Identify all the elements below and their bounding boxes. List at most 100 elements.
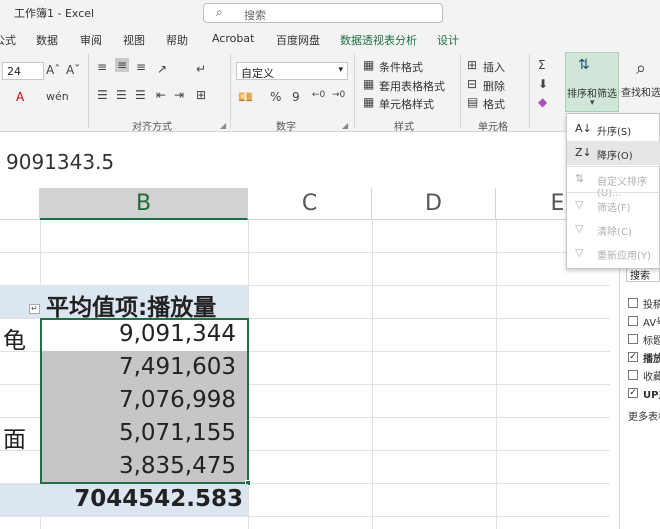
menu-item-clear[interactable]: ▽ 清除(C) — [567, 217, 660, 241]
number-launcher-icon[interactable]: ◢ — [342, 121, 348, 130]
comma-style-icon[interactable]: 9 — [292, 90, 300, 104]
find-select-label[interactable]: 查找和选 — [621, 84, 660, 99]
sort-descending-icon: Z↓ — [575, 146, 592, 159]
tab-pivot-analyze[interactable]: 数据透视表分析 — [340, 32, 417, 48]
column-headers: B C D E — [0, 188, 660, 220]
wrap-text-icon[interactable]: ↵ — [196, 62, 206, 76]
chevron-down-icon: ▾ — [338, 65, 343, 75]
increase-font-icon[interactable]: Aˆ — [46, 63, 60, 77]
search-box[interactable]: ⌕ 搜索 — [203, 3, 443, 23]
chevron-down-icon: ▾ — [590, 98, 595, 108]
tab-acrobat[interactable]: Acrobat — [212, 32, 254, 45]
column-header-b[interactable]: B — [40, 188, 248, 220]
tab-baidu-netdisk[interactable]: 百度网盘 — [276, 32, 320, 48]
field-checkbox-1[interactable] — [628, 298, 638, 308]
search-placeholder: 搜索 — [244, 9, 266, 22]
indent-increase-icon[interactable]: ⇥ — [174, 88, 184, 102]
grand-total-value[interactable]: 7044542.583 — [50, 486, 243, 512]
field-checkbox-3[interactable] — [628, 334, 638, 344]
clear-icon[interactable]: ◆ — [538, 95, 547, 109]
clear-filter-icon: ▽ — [575, 222, 584, 235]
title-bar: 工作簿1 - Excel ⌕ 搜索 — [0, 0, 660, 26]
group-label-alignment: 对齐方式 — [132, 122, 172, 133]
field-checkbox-5[interactable] — [628, 370, 638, 380]
column-header-d[interactable]: D — [372, 188, 496, 220]
tab-data[interactable]: 数据 — [36, 32, 58, 48]
align-left-icon[interactable]: ☰ — [97, 88, 108, 102]
menu-item-reapply[interactable]: ▽ 重新应用(Y) — [567, 241, 660, 265]
value-cell-2[interactable]: 7,491,603 — [50, 354, 236, 380]
field-label-1: 投稿 — [643, 300, 660, 311]
value-cell-4[interactable]: 5,071,155 — [50, 420, 236, 446]
field-checkbox-2[interactable] — [628, 316, 638, 326]
column-header-a[interactable] — [0, 188, 40, 220]
field-checkbox-6[interactable]: ✓ — [628, 388, 638, 398]
align-center-icon[interactable]: ☰ — [116, 88, 127, 102]
insert-button[interactable]: 插入 — [483, 59, 505, 75]
reapply-icon: ▽ — [575, 246, 584, 259]
conditional-format-button[interactable]: 条件格式 — [379, 59, 423, 75]
menu-item-sort-ascending[interactable]: A↓ 升序(S) — [567, 117, 660, 141]
delete-button[interactable]: 删除 — [483, 78, 505, 94]
format-icon: ▤ — [467, 95, 479, 109]
alignment-launcher-icon[interactable]: ◢ — [220, 121, 226, 130]
group-label-number: 数字 — [276, 122, 296, 133]
format-button[interactable]: 格式 — [483, 96, 505, 112]
align-middle-icon[interactable]: ≡ — [115, 58, 130, 72]
formula-bar-value: 9091343.5 — [6, 150, 115, 174]
phonetic-icon[interactable]: wén — [46, 90, 69, 103]
menu-item-sort-descending[interactable]: Z↓ 降序(O) — [567, 141, 660, 165]
indent-decrease-icon[interactable]: ⇤ — [156, 88, 166, 102]
field-checkbox-4[interactable]: ✓ — [628, 352, 638, 362]
row-label-2[interactable]: 面 — [3, 420, 26, 454]
decrease-decimal-icon[interactable]: →0 — [332, 90, 345, 100]
merge-center-icon[interactable]: ⊞ — [196, 88, 206, 102]
increase-decimal-icon[interactable]: ←0 — [312, 90, 325, 100]
formula-bar[interactable]: 9091343.5 — [0, 145, 660, 179]
cell-styles-icon: ▦ — [363, 95, 375, 109]
column-header-c[interactable]: C — [248, 188, 372, 220]
autosum-icon[interactable]: Σ — [538, 58, 546, 72]
table-format-icon: ▦ — [363, 77, 375, 91]
sort-filter-icon: ⇅ — [578, 57, 590, 73]
sort-filter-menu: A↓ 升序(S) Z↓ 降序(O) ⇅ 自定义排序(U)... ▽ 筛选(F) … — [566, 113, 660, 269]
number-format-value: 自定义 — [241, 67, 274, 80]
value-cell-3[interactable]: 7,076,998 — [50, 387, 236, 413]
accounting-format-icon[interactable]: 💴 — [238, 90, 253, 104]
group-label-styles: 样式 — [394, 122, 414, 133]
find-select-icon[interactable]: ⌕ — [636, 58, 646, 79]
font-color-icon[interactable]: A — [16, 90, 24, 104]
tab-help[interactable]: 帮助 — [166, 32, 188, 48]
cell-styles-button[interactable]: 单元格样式 — [379, 96, 434, 112]
filter-icon: ▽ — [575, 198, 584, 211]
window-title: 工作簿1 - Excel — [14, 7, 95, 20]
sort-filter-button[interactable]: ⇅ 排序和筛选 ▾ — [565, 52, 619, 112]
expand-icon[interactable]: ↵ — [29, 304, 40, 314]
pivot-field-list: 搜索 投稿 AV号 标题 ✓ 播放 收藏 ✓ UP主 更多表格 — [619, 262, 660, 529]
tab-design[interactable]: 设计 — [437, 32, 459, 48]
value-cell-1[interactable]: 9,091,344 — [50, 321, 236, 347]
field-label-3: 标题 — [643, 336, 660, 347]
fill-icon[interactable]: ⬇ — [538, 77, 548, 91]
percent-style-icon[interactable]: % — [270, 90, 281, 104]
align-top-icon[interactable]: ≡ — [97, 60, 107, 74]
align-bottom-icon[interactable]: ≡ — [136, 60, 146, 74]
more-tables-link[interactable]: 更多表格 — [628, 408, 660, 423]
table-format-button[interactable]: 套用表格格式 — [379, 78, 445, 94]
custom-sort-icon: ⇅ — [575, 172, 585, 185]
menu-item-filter[interactable]: ▽ 筛选(F) — [567, 193, 660, 217]
tab-view[interactable]: 视图 — [123, 32, 145, 48]
tab-review[interactable]: 审阅 — [80, 32, 102, 48]
value-cell-5[interactable]: 3,835,475 — [50, 453, 236, 479]
decrease-font-icon[interactable]: Aˇ — [66, 63, 80, 77]
insert-icon: ⊞ — [467, 58, 478, 72]
pivot-value-header[interactable]: 平均值项:播放量 — [46, 288, 216, 322]
align-right-icon[interactable]: ☰ — [135, 88, 146, 102]
group-label-cells: 单元格 — [478, 122, 508, 133]
row-label-1[interactable]: 龟 — [3, 321, 26, 355]
font-size-select[interactable]: 24 — [2, 62, 44, 80]
number-format-select[interactable]: 自定义 ▾ — [236, 62, 348, 80]
menu-item-custom-sort[interactable]: ⇅ 自定义排序(U)... — [567, 167, 660, 199]
orientation-icon[interactable]: ↗ — [157, 62, 167, 76]
tab-formulas[interactable]: 公式 — [0, 32, 16, 48]
